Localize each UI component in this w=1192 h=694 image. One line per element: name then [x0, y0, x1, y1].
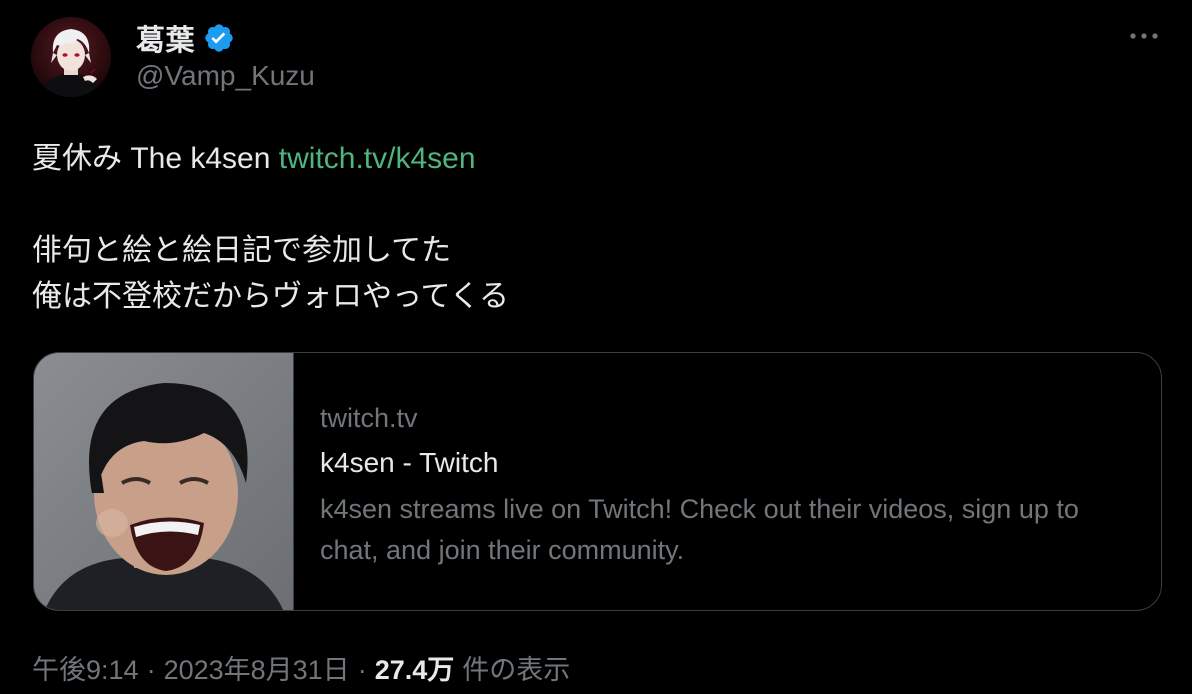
laughing-man-photo [34, 353, 293, 610]
avatar-image [31, 17, 111, 97]
tweet-meta: 午後9:14 · 2023年8月31日 · 27.4万 件の表示 [32, 648, 570, 687]
tweet-date[interactable]: 2023年8月31日 [164, 648, 350, 687]
more-options-button[interactable] [1122, 24, 1166, 48]
tweet-line-1: 夏休み The k4sen twitch.tv/k4sen [32, 136, 1152, 182]
ellipsis-icon [1130, 33, 1158, 39]
tweet: 葛葉 @Vamp_Kuzu 夏休み The k4sen twitch.tv/k4… [0, 0, 1192, 694]
avatar[interactable] [31, 17, 111, 97]
card-description: k4sen streams live on Twitch! Check out … [320, 494, 1079, 565]
author-name-row[interactable]: 葛葉 [136, 18, 235, 58]
meta-separator: · [146, 655, 156, 685]
tweet-link[interactable]: twitch.tv/k4sen [279, 142, 476, 175]
views-count[interactable]: 27.4万 [375, 648, 455, 687]
link-preview-card[interactable]: twitch.tv k4sen - Twitch k4sen streams l… [33, 352, 1162, 611]
tweet-text: 夏休み The k4sen twitch.tv/k4sen 俳句と絵と絵日記で参… [32, 136, 1152, 320]
tweet-text-prefix: 夏休み The k4sen [32, 142, 279, 175]
meta-separator: · [357, 655, 367, 685]
card-title: k4sen - Twitch [320, 447, 499, 478]
tweet-time[interactable]: 午後9:14 [32, 648, 139, 687]
tweet-line-2: 俳句と絵と絵日記で参加してた [32, 234, 452, 267]
card-thumbnail [34, 353, 294, 610]
paragraph-break [32, 182, 1152, 228]
author-handle[interactable]: @Vamp_Kuzu [136, 60, 315, 92]
views-label: 件の表示 [462, 655, 571, 685]
card-domain: twitch.tv [320, 403, 418, 433]
author-display-name[interactable]: 葛葉 [136, 17, 195, 59]
tweet-line-3: 俺は不登校だからヴォロやってくる [32, 280, 509, 313]
verified-badge-icon [203, 22, 235, 54]
